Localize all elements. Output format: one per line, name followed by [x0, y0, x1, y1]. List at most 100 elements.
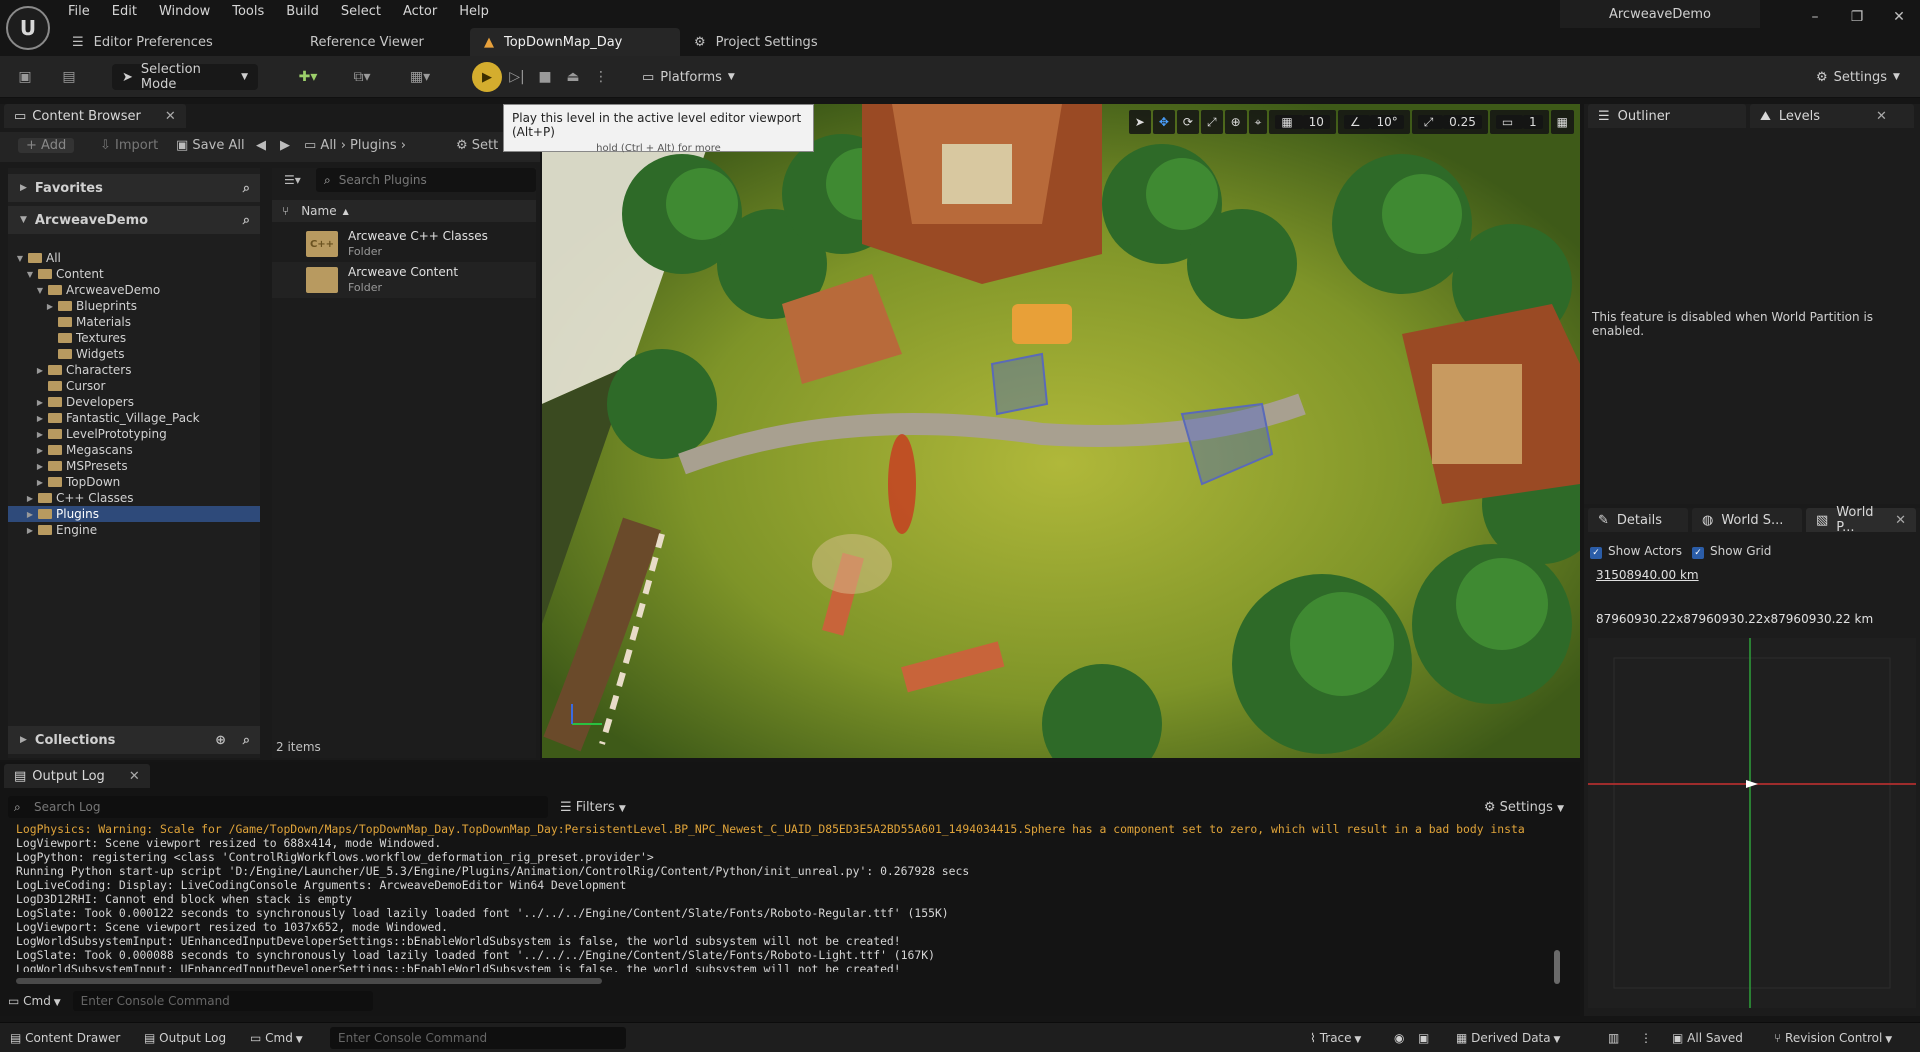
chevron-right-icon[interactable]: ▶ — [34, 366, 46, 375]
skip-icon[interactable]: ▷| — [506, 66, 528, 88]
play-button[interactable]: ▶ — [472, 62, 502, 92]
forward-icon[interactable]: ▶ — [280, 138, 290, 153]
search-icon[interactable]: ⌕ — [243, 733, 250, 748]
surface-snap-icon[interactable]: ⌖ — [1248, 110, 1268, 134]
more-options-icon[interactable]: ⋮ — [590, 66, 612, 88]
tree-item[interactable]: Widgets — [8, 346, 260, 362]
derived-data-dropdown[interactable]: ▦ Derived Data ▼ — [1456, 1031, 1560, 1045]
chevron-right-icon[interactable]: ▶ — [34, 478, 46, 487]
trace-dropdown[interactable]: ⌇ Trace ▼ — [1310, 1031, 1361, 1045]
tab-editor-preferences[interactable]: ☰ Editor Preferences — [58, 28, 290, 56]
more-options-icon[interactable]: ⋮ — [1640, 1031, 1652, 1045]
close-icon[interactable]: ✕ — [1878, 0, 1920, 34]
tree-item[interactable]: ▼ ArcweaveDemo — [8, 282, 260, 298]
rotate-icon[interactable]: ⟳ — [1176, 110, 1199, 134]
close-icon[interactable]: ✕ — [1895, 513, 1906, 528]
tab-content-browser[interactable]: ▭ Content Browser ✕ — [4, 104, 186, 128]
chevron-right-icon[interactable]: ▶ — [24, 510, 36, 519]
save-icon[interactable]: ▣ — [14, 66, 36, 88]
chevron-right-icon[interactable]: ▶ — [34, 462, 46, 471]
asset-item[interactable]: C++ Arcweave C++ Classes Folder — [272, 226, 536, 262]
tree-item[interactable]: ▶ Megascans — [8, 442, 260, 458]
tab-topdownmap-day[interactable]: ▲ TopDownMap_Day — [470, 28, 680, 56]
filters-dropdown[interactable]: ☰ Filters ▼ — [560, 800, 626, 815]
console-command-input[interactable]: Enter Console Command — [72, 991, 373, 1011]
tree-item[interactable]: Materials — [8, 314, 260, 330]
grid-snap-toggle[interactable]: ▦ 10 — [1269, 110, 1336, 134]
tree-item[interactable]: ▶ MSPresets — [8, 458, 260, 474]
rotation-snap-toggle[interactable]: ∠ 10° — [1337, 110, 1410, 134]
project-header[interactable]: ▼ ArcweaveDemo ⌕ — [8, 206, 260, 234]
chevron-down-icon[interactable]: ▼ — [34, 286, 46, 295]
tree-item[interactable]: ▶ Fantastic_Village_Pack — [8, 410, 260, 426]
show-actors-checkbox[interactable]: ✓ Show Actors — [1590, 544, 1682, 559]
translate-icon[interactable]: ✥ — [1152, 110, 1175, 134]
search-log-input[interactable]: ⌕ Search Log — [8, 796, 548, 818]
tab-world-partition[interactable]: ▧ World P... ✕ — [1806, 505, 1916, 535]
tree-item[interactable]: ▼ Content — [8, 266, 260, 282]
close-icon[interactable]: ✕ — [1876, 109, 1887, 124]
tree-item[interactable]: ▼ All — [8, 250, 260, 266]
tab-world-settings[interactable]: ◍ World S... — [1692, 508, 1802, 532]
close-icon[interactable]: ✕ — [129, 769, 140, 784]
camera-speed-button[interactable]: ▭ 1 — [1489, 110, 1549, 134]
log-settings-dropdown[interactable]: ⚙ Settings ▼ — [1484, 800, 1564, 815]
layout-icon[interactable]: ▦ — [1550, 110, 1574, 134]
status-cmd-dropdown[interactable]: ▭ Cmd ▼ — [250, 1031, 303, 1045]
restore-icon[interactable]: ❐ — [1836, 0, 1878, 34]
tree-item[interactable]: ▶ LevelPrototyping — [8, 426, 260, 442]
unreal-logo-icon[interactable]: U — [6, 6, 50, 50]
vertical-scrollbar[interactable] — [1554, 950, 1560, 984]
favorites-header[interactable]: ▶ Favorites ⌕ — [8, 174, 260, 202]
scale-icon[interactable]: ⤢ — [1200, 110, 1223, 134]
tree-item[interactable]: Cursor — [8, 378, 260, 394]
tree-item[interactable]: ▶ Developers — [8, 394, 260, 410]
minimize-icon[interactable]: – — [1794, 0, 1836, 34]
tab-reference-viewer[interactable]: Reference Viewer — [290, 28, 470, 56]
menu-edit[interactable]: Edit — [102, 0, 149, 24]
status-console-input[interactable]: Enter Console Command — [330, 1027, 626, 1049]
record-icon[interactable]: ◉ — [1394, 1031, 1404, 1045]
back-icon[interactable]: ◀ — [256, 138, 266, 153]
chevron-right-icon[interactable]: ▶ — [34, 414, 46, 423]
tab-project-settings[interactable]: ⚙ Project Settings — [680, 28, 850, 56]
asset-item[interactable]: Arcweave Content Folder — [272, 262, 536, 298]
chevron-right-icon[interactable]: ▶ — [34, 430, 46, 439]
import-button[interactable]: ⇩ Import — [100, 138, 158, 153]
tree-item[interactable]: ▶ Plugins — [8, 506, 260, 522]
level-viewport[interactable]: ➤ ✥ ⟳ ⤢ ⊕ ⌖ ▦ 10 ∠ 10° ⤢ 0.25 ▭ 1 ▦ — [542, 104, 1580, 758]
all-saved-button[interactable]: ▣ All Saved — [1672, 1031, 1743, 1045]
stats-icon[interactable]: ▥ — [1608, 1031, 1619, 1045]
menu-help[interactable]: Help — [449, 0, 501, 24]
tree-item[interactable]: ▶ C++ Classes — [8, 490, 260, 506]
save-all-button[interactable]: ▣ Save All — [176, 138, 245, 153]
column-header-name[interactable]: ⑂ Name ▲ — [272, 200, 536, 222]
breadcrumb-plugins[interactable]: Plugins — [350, 138, 397, 153]
breadcrumb-all[interactable]: All — [320, 138, 336, 153]
output-log-button[interactable]: ▤ Output Log — [144, 1031, 226, 1045]
chevron-right-icon[interactable]: ▶ — [34, 446, 46, 455]
chevron-right-icon[interactable]: ▶ — [34, 398, 46, 407]
menu-window[interactable]: Window — [149, 0, 222, 24]
tree-item[interactable]: ▶ Blueprints — [8, 298, 260, 314]
cinematics-icon[interactable]: ▦▾ — [400, 66, 440, 88]
tree-item[interactable]: Textures — [8, 330, 260, 346]
tree-item[interactable]: ▶ Characters — [8, 362, 260, 378]
tab-details[interactable]: ✎ Details — [1588, 508, 1688, 532]
menu-tools[interactable]: Tools — [222, 0, 276, 24]
horizontal-scrollbar[interactable] — [16, 978, 602, 984]
search-icon[interactable]: ⌕ — [243, 181, 250, 196]
world-partition-minimap[interactable] — [1588, 638, 1916, 1008]
tab-output-log[interactable]: ▤ Output Log ✕ — [4, 764, 150, 788]
menu-actor[interactable]: Actor — [393, 0, 449, 24]
show-grid-checkbox[interactable]: ✓ Show Grid — [1692, 544, 1771, 559]
scale-snap-toggle[interactable]: ⤢ 0.25 — [1411, 110, 1488, 134]
menu-file[interactable]: File — [58, 0, 102, 24]
cmd-dropdown[interactable]: ▭ Cmd ▼ — [8, 994, 61, 1008]
blueprint-icon[interactable]: ⧉▾ — [342, 66, 382, 88]
filter-icon[interactable]: ☰▾ — [276, 168, 306, 192]
tab-outliner[interactable]: ☰ Outliner — [1588, 104, 1746, 128]
platforms-dropdown[interactable]: ▭ Platforms ▼ — [642, 64, 735, 90]
toolbar-settings-button[interactable]: ⚙ Settings ▼ — [1816, 64, 1900, 90]
chevron-right-icon[interactable]: ▶ — [44, 302, 56, 311]
